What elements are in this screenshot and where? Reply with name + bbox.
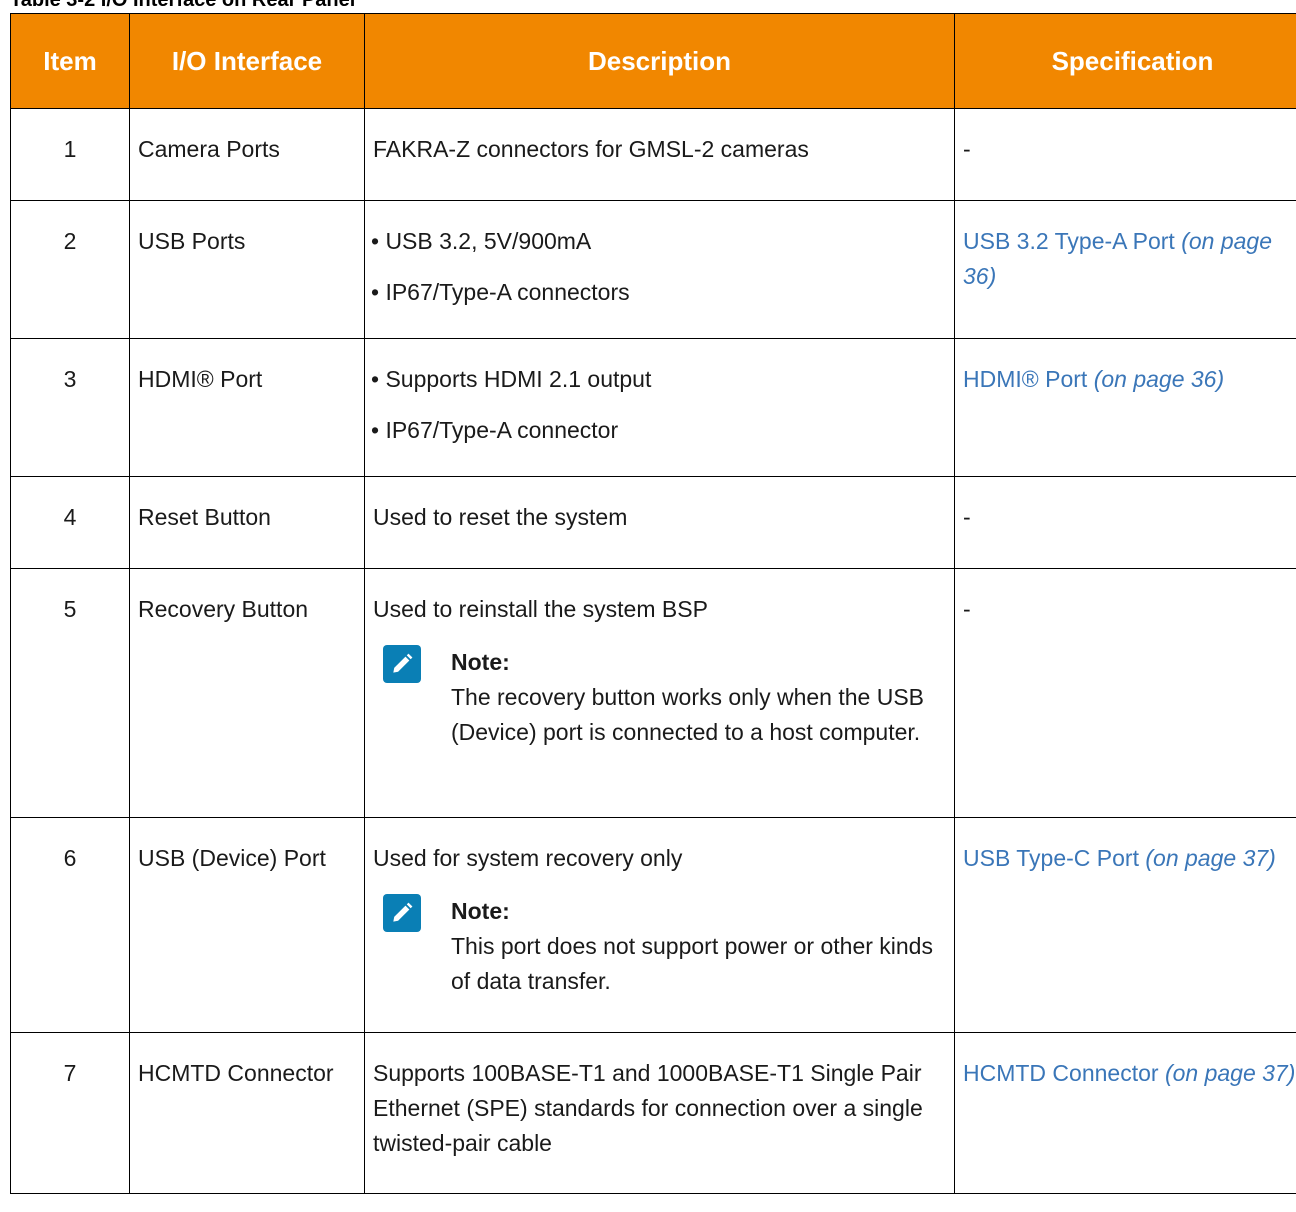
description-text: Used to reinstall the system BSP bbox=[373, 596, 708, 622]
table-row: 6 USB (Device) Port Used for system reco… bbox=[10, 817, 1296, 1033]
cell-io: Reset Button bbox=[129, 476, 365, 569]
io-interface-table: Item I/O Interface Description Specifica… bbox=[10, 13, 1296, 1194]
bullet-item: • USB 3.2, 5V/900mA bbox=[371, 228, 592, 254]
cell-description: Supports 100BASE-T1 and 1000BASE-T1 Sing… bbox=[364, 1032, 955, 1194]
cell-io: Camera Ports bbox=[129, 108, 365, 201]
cell-item: 1 bbox=[10, 108, 130, 201]
pencil-icon bbox=[383, 645, 421, 683]
note-block: Note: This port does not support power o… bbox=[383, 894, 946, 999]
cell-io: HDMI® Port bbox=[129, 338, 365, 477]
cell-spec: USB 3.2 Type-A Port (on page 36) bbox=[954, 200, 1296, 339]
cell-item: 6 bbox=[10, 817, 130, 1033]
cell-description: Used for system recovery only Note: This… bbox=[364, 817, 955, 1033]
cell-item: 3 bbox=[10, 338, 130, 477]
cell-spec: - bbox=[954, 108, 1296, 201]
header-specification: Specification bbox=[954, 13, 1296, 109]
spec-link[interactable]: USB Type-C Port (on page 37) bbox=[955, 818, 1296, 890]
cell-description: • Supports HDMI 2.1 output • IP67/Type-A… bbox=[364, 338, 955, 477]
note-block: Note: The recovery button works only whe… bbox=[383, 645, 946, 750]
cell-description: FAKRA-Z connectors for GMSL-2 cameras bbox=[364, 108, 955, 201]
cell-spec: HDMI® Port (on page 36) bbox=[954, 338, 1296, 477]
table-row: 2 USB Ports • USB 3.2, 5V/900mA • IP67/T… bbox=[10, 200, 1296, 339]
cell-io: USB Ports bbox=[129, 200, 365, 339]
table-header-row: Item I/O Interface Description Specifica… bbox=[10, 13, 1296, 109]
document-page: Table 3-2 I/O Interface on Rear Panel It… bbox=[0, 0, 1296, 1212]
cell-io: USB (Device) Port bbox=[129, 817, 365, 1033]
bullet-item: • IP67/Type-A connectors bbox=[371, 279, 630, 305]
table-caption: Table 3-2 I/O Interface on Rear Panel bbox=[10, 0, 356, 11]
table-row: 4 Reset Button Used to reset the system … bbox=[10, 476, 1296, 569]
table-row: 5 Recovery Button Used to reinstall the … bbox=[10, 568, 1296, 818]
cell-description: Used to reinstall the system BSP Note: T… bbox=[364, 568, 955, 818]
cell-io: HCMTD Connector bbox=[129, 1032, 365, 1194]
cell-io: Recovery Button bbox=[129, 568, 365, 818]
header-io-interface: I/O Interface bbox=[129, 13, 365, 109]
pencil-icon bbox=[383, 894, 421, 932]
note-title: Note: bbox=[451, 649, 510, 675]
spec-link[interactable]: USB 3.2 Type-A Port (on page 36) bbox=[955, 201, 1296, 308]
note-title: Note: bbox=[451, 898, 510, 924]
table-row: 3 HDMI® Port • Supports HDMI 2.1 output … bbox=[10, 338, 1296, 477]
note-text: This port does not support power or othe… bbox=[451, 933, 933, 994]
bullet-item: • IP67/Type-A connector bbox=[371, 417, 619, 443]
cell-spec: HCMTD Connector (on page 37) bbox=[954, 1032, 1296, 1194]
cell-spec: - bbox=[954, 476, 1296, 569]
cell-item: 7 bbox=[10, 1032, 130, 1194]
spec-link[interactable]: HDMI® Port (on page 36) bbox=[955, 339, 1296, 411]
cell-item: 4 bbox=[10, 476, 130, 569]
cell-spec: USB Type-C Port (on page 37) bbox=[954, 817, 1296, 1033]
bullet-item: • Supports HDMI 2.1 output bbox=[371, 366, 652, 392]
table-row: 7 HCMTD Connector Supports 100BASE-T1 an… bbox=[10, 1032, 1296, 1194]
table-row: 1 Camera Ports FAKRA-Z connectors for GM… bbox=[10, 108, 1296, 201]
cell-item: 5 bbox=[10, 568, 130, 818]
description-text: Used for system recovery only bbox=[373, 845, 683, 871]
cell-description: • USB 3.2, 5V/900mA • IP67/Type-A connec… bbox=[364, 200, 955, 339]
spec-link[interactable]: HCMTD Connector (on page 37) bbox=[955, 1033, 1296, 1105]
note-text: The recovery button works only when the … bbox=[451, 684, 925, 745]
cell-spec: - bbox=[954, 568, 1296, 818]
header-description: Description bbox=[364, 13, 955, 109]
cell-description: Used to reset the system bbox=[364, 476, 955, 569]
cell-item: 2 bbox=[10, 200, 130, 339]
header-item: Item bbox=[10, 13, 130, 109]
